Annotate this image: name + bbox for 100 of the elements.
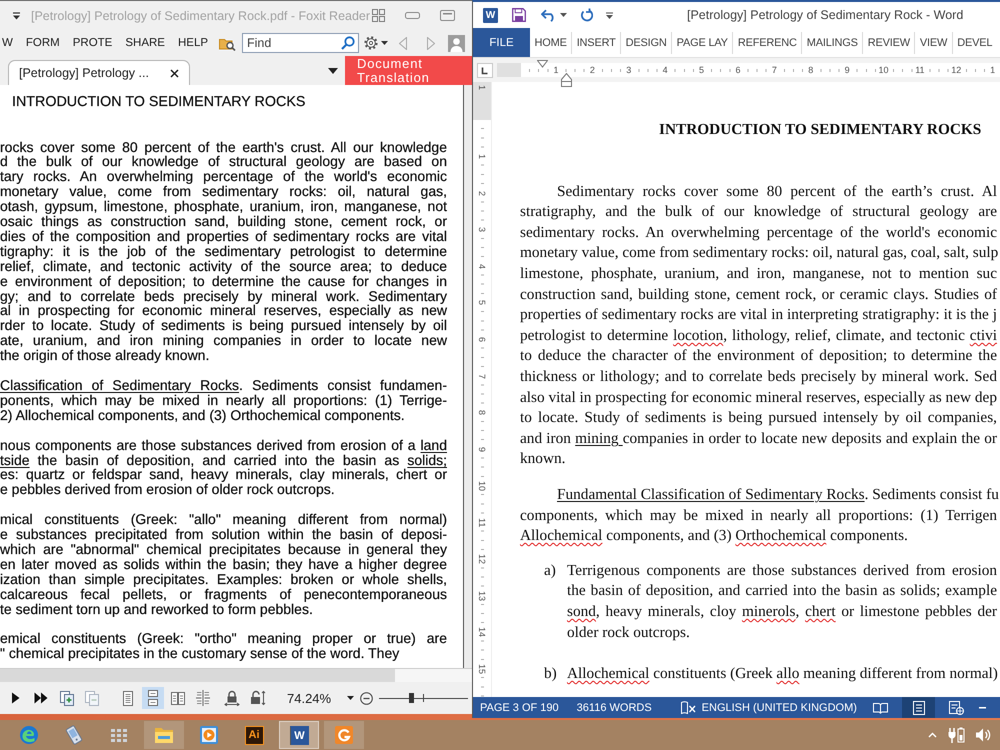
ruler-number: 2 bbox=[588, 65, 596, 75]
ribbon-tab[interactable]: INSERT bbox=[572, 32, 622, 54]
vertical-scrollbar[interactable] bbox=[463, 85, 472, 668]
close-icon[interactable] bbox=[170, 68, 179, 78]
scrollbar-thumb[interactable] bbox=[0, 669, 395, 682]
save-icon[interactable] bbox=[512, 8, 526, 22]
ruler-number: 8 bbox=[477, 410, 487, 416]
ruler-number: 4 bbox=[662, 65, 669, 75]
ruler-number: 5 bbox=[698, 65, 706, 75]
ribbon-tab[interactable]: HOME bbox=[530, 32, 572, 54]
paragraph: rocks cover some 80 percent of the earth's crust. All our knowledge d the bulk of our knowledge of structural geology are based on tary rocks. An overwhelming percentage of the world's economic monetary value, come from sedimentary rocks: oil, natural gas, otash, gypsum, limestone, phosphate, uranium, iron, manganese, not osaic things as construction sand, building stone, cement rock, or dies of the composition and properties of sedimentary rocks are vital tigraphy: it is the job of the sedimentary petrologist to determine relief, climate, and tectonic activity of the source area; to deduce e environment of deposition; to determine the cause for changes in gy; and to correlate beds precisely by mineral work. Sedimentary al in prospecting for economic mineral reserves, especially as new rder to locate. Study of sediments is being pursued intensely by oil ate, uranium, and iron mining companies in order to locate new the origin of those already known. bbox=[0, 140, 447, 364]
ribbon-tab[interactable]: MAILINGS bbox=[802, 32, 864, 54]
ribbon-tab[interactable]: DEVEL bbox=[952, 32, 997, 54]
ribbon-tab[interactable]: VIEW bbox=[915, 32, 953, 54]
vertical-ruler[interactable]: 1 1 2 3 4 5 6 7 8 9 10 11 12 13 14 15 bbox=[473, 82, 492, 697]
page-count[interactable]: PAGE 3 OF 190 bbox=[480, 702, 559, 714]
menu-item[interactable]: W bbox=[2, 37, 13, 49]
search-field[interactable]: Find bbox=[242, 33, 360, 53]
browser-icon bbox=[19, 725, 39, 745]
ruler-number: 14 bbox=[477, 627, 487, 638]
menu-item[interactable]: SHARE bbox=[125, 37, 165, 49]
lock-icon[interactable] bbox=[250, 690, 266, 706]
folder-icon bbox=[154, 726, 174, 744]
ribbon-tab[interactable]: REFERENC bbox=[733, 32, 802, 54]
web-page-icon bbox=[949, 700, 964, 714]
paragraph: mical constituents (Greek: "allo" meaning different from normal) e substances precipitated from solution within the basin of deposi- which are "abnormal" chemical precipitates because in general they en later moved as solids within the basin; they have a higher degree ization than simple precipitates. Examples: broken or whole shells, calcareous fecal pellets, or fragments of penecontemporaneous te sediment torn up and reworked to form pebbles. bbox=[0, 512, 447, 616]
taskbar-button[interactable] bbox=[324, 721, 364, 749]
minimize-icon[interactable] bbox=[405, 12, 420, 19]
customize-icon[interactable] bbox=[12, 12, 21, 20]
caret-icon[interactable] bbox=[328, 68, 338, 74]
redo-icon[interactable] bbox=[580, 8, 593, 22]
menu-item[interactable]: PROTE bbox=[72, 37, 112, 49]
ruler-number: 3 bbox=[625, 65, 632, 75]
app-logo: W bbox=[483, 8, 498, 22]
paragraph: emical constituents (Greek: "ortho" meaning proper or true) are " chemical precipitates in the customary sense of the word. They bbox=[0, 631, 447, 662]
zoom-out-icon[interactable] bbox=[360, 692, 374, 704]
maximize-icon[interactable] bbox=[440, 10, 455, 21]
menu-item[interactable]: FORM bbox=[26, 37, 60, 49]
taskbar-button[interactable]: Ai bbox=[234, 721, 274, 749]
app-logo: Ai bbox=[244, 726, 264, 744]
list-marker: a) bbox=[544, 560, 557, 581]
customize-icon[interactable] bbox=[606, 12, 613, 18]
translation-button[interactable]: Document Translation bbox=[345, 56, 472, 85]
ruler-number: 1 bbox=[989, 65, 996, 75]
lock-icon[interactable] bbox=[224, 690, 240, 706]
language-indicator[interactable]: ENGLISH (UNITED KINGDOM) bbox=[702, 702, 857, 714]
ruler-number: 7 bbox=[770, 65, 778, 75]
paragraph: nous components are those substances derived from erosion of a land tside the basin of deposition, and carried into the basin as solids; es: quartz or feldspar sand, heavy minerals, clay minerals, chert or e pebbles derived from erosion of older rock outcrops. bbox=[0, 438, 447, 498]
file-tab[interactable]: FILE bbox=[473, 28, 530, 57]
paragraph: Sedimentary rocks cover some 80 percent of the earth’s crust. Al stratigraphy, and the bulk of our knowledge of structural geology are sedimentary rocks. An overwhelming percentage of the world's economic monetary value, come from sedimentary rocks: oil, natural gas, coal, salt, sulp limestone, phosphate, uranium, and iron, manganese, not to mention suc construction sand, building stone, cement rock, or ceramic clays. Studies of properties of sedimentary rocks are vital in interpreting stratigraphy: it is the j petrologist to determine locotion, lithology, relief, climate, and tectonic ctivi to deduce the character of the environment of deposition; to determine the thickness or lithology; and to correlate beds precisely by mineral work. Sed also vital in prospecting for economic mineral reserves, especially as new dep to locate. Study of sediments is being pursued intensely by oil companies, and iron mining companies in order to locate new deposits and explain the or known. bbox=[520, 182, 997, 470]
ruler-number: 13 bbox=[477, 590, 487, 601]
ribbon-tab[interactable]: REVIEW bbox=[863, 32, 916, 54]
grid-icon[interactable] bbox=[372, 9, 385, 22]
avatar-icon[interactable] bbox=[448, 34, 466, 52]
caret-icon[interactable] bbox=[381, 41, 388, 45]
gear-icon[interactable] bbox=[364, 36, 378, 50]
ruler-number: 15 bbox=[477, 664, 487, 674]
volume-icon[interactable] bbox=[975, 727, 991, 743]
ruler-number: 7 bbox=[477, 374, 487, 379]
slider-thumb[interactable] bbox=[408, 693, 414, 703]
caret-icon[interactable] bbox=[560, 13, 567, 17]
ruler-number: 8 bbox=[807, 65, 814, 75]
zoom-value[interactable]: 74.24% bbox=[287, 690, 332, 706]
view-button[interactable] bbox=[902, 697, 935, 718]
ruler-number: 3 bbox=[477, 227, 487, 232]
facing-pages-icon bbox=[171, 692, 185, 704]
ribbon-tab[interactable]: PAGE LAY bbox=[672, 32, 734, 54]
proofing-icon[interactable] bbox=[680, 701, 696, 714]
search-icon[interactable] bbox=[341, 36, 356, 50]
next-page-icon[interactable] bbox=[11, 692, 20, 704]
chevron-up-icon[interactable] bbox=[928, 732, 937, 738]
caret-icon[interactable] bbox=[347, 696, 354, 700]
view-mode-button[interactable] bbox=[142, 687, 164, 709]
document-tab[interactable]: [Petrology] Petrology ... bbox=[8, 60, 190, 85]
first-line-indent-icon[interactable] bbox=[537, 60, 548, 68]
app-logo: W bbox=[290, 726, 308, 744]
horizontal-scrollbar[interactable] bbox=[0, 668, 472, 682]
ruler-number: 12 bbox=[950, 65, 962, 75]
ruler-number: 11 bbox=[914, 65, 926, 75]
list-marker: b) bbox=[544, 664, 558, 684]
ruler-number: 6 bbox=[734, 65, 742, 75]
ribbon-tab[interactable]: DESIGN bbox=[621, 32, 672, 54]
document-heading: INTRODUCTION TO SEDIMENTARY ROCKS bbox=[658, 120, 982, 140]
horizontal-ruler[interactable]: 1 2 3 4 5 6 7 8 9 10 11 12 1 bbox=[497, 63, 1000, 77]
ruler-number: 1 bbox=[552, 65, 560, 75]
paragraph: Classification of Sedimentary Rocks. Sediments consist fundamen- ponents, which may be mixed in nearly all proportions: (1) Terrige- 2) Allochemical components, and (3) Orthochemical components. bbox=[0, 378, 447, 423]
ruler-number: 11 bbox=[477, 518, 487, 528]
ruler-number: 1 bbox=[477, 154, 487, 160]
facing-stacked-icon bbox=[196, 690, 210, 706]
ruler-number: 10 bbox=[477, 480, 487, 491]
ruler-number: 10 bbox=[878, 65, 890, 75]
menu-item[interactable]: HELP bbox=[178, 37, 208, 49]
pages-icon[interactable] bbox=[60, 690, 75, 706]
taskbar-button[interactable]: W bbox=[279, 721, 319, 749]
word-count[interactable]: 36116 WORDS bbox=[576, 702, 652, 714]
book-icon bbox=[873, 702, 888, 714]
ruler-number: 9 bbox=[477, 446, 487, 452]
last-page-icon[interactable] bbox=[34, 692, 48, 704]
tab-stop-icon[interactable] bbox=[477, 62, 493, 78]
battery-icon[interactable] bbox=[947, 726, 965, 744]
